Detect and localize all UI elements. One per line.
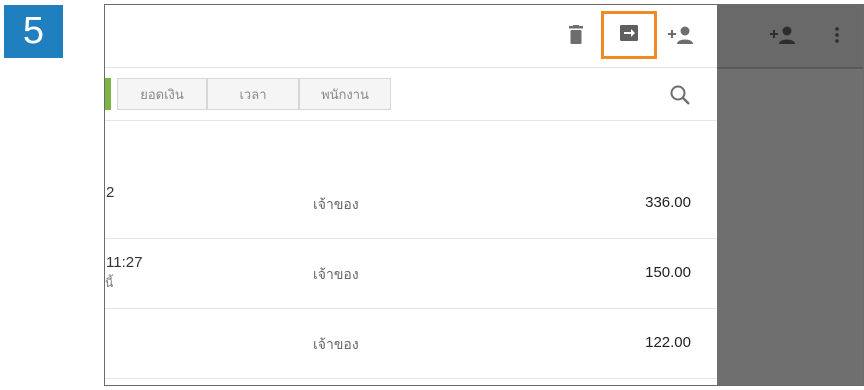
receipt-row[interactable]: เจ้าของ 122.00 xyxy=(105,308,717,379)
receipt-datetime: 2 xyxy=(106,184,115,201)
app-screenshot: ยอดเงิน เวลา พนักงาน 2 เจ้าของ 336.00 11… xyxy=(104,4,864,386)
overlay-toolbar xyxy=(717,5,863,69)
trash-icon[interactable] xyxy=(567,25,585,45)
filter-bar: ยอดเงิน เวลา พนักงาน xyxy=(105,68,717,121)
top-toolbar xyxy=(105,5,717,68)
receipt-amount: 336.00 xyxy=(645,194,691,211)
filter-tab-employee[interactable]: พนักงาน xyxy=(299,78,391,110)
receipt-row[interactable]: 2 เจ้าของ 336.00 xyxy=(105,168,717,239)
receipt-date-label: ันี้ xyxy=(105,276,114,290)
export-icon xyxy=(619,24,639,47)
step-badge: 5 xyxy=(4,5,63,58)
active-filter-indicator xyxy=(105,78,111,110)
add-user-icon[interactable] xyxy=(667,25,695,45)
filter-tab-time[interactable]: เวลา xyxy=(207,78,299,110)
more-vert-icon xyxy=(833,25,841,45)
receipt-datetime: 11:27 xyxy=(106,254,143,271)
filter-tab-amount[interactable]: ยอดเงิน xyxy=(117,78,207,110)
receipt-employee: เจ้าของ xyxy=(313,266,359,282)
dimmed-overlay xyxy=(717,5,863,385)
receipt-amount: 150.00 xyxy=(645,264,691,281)
receipt-employee: เจ้าของ xyxy=(313,336,359,352)
receipt-employee: เจ้าของ xyxy=(313,196,359,212)
receipt-row[interactable]: 11:27 ันี้ เจ้าของ 150.00 xyxy=(105,238,717,309)
receipts-panel: ยอดเงิน เวลา พนักงาน 2 เจ้าของ 336.00 11… xyxy=(105,5,717,385)
add-user-icon xyxy=(769,25,797,45)
receipt-amount: 122.00 xyxy=(645,334,691,351)
export-button[interactable] xyxy=(601,11,657,59)
search-icon[interactable] xyxy=(669,84,691,106)
